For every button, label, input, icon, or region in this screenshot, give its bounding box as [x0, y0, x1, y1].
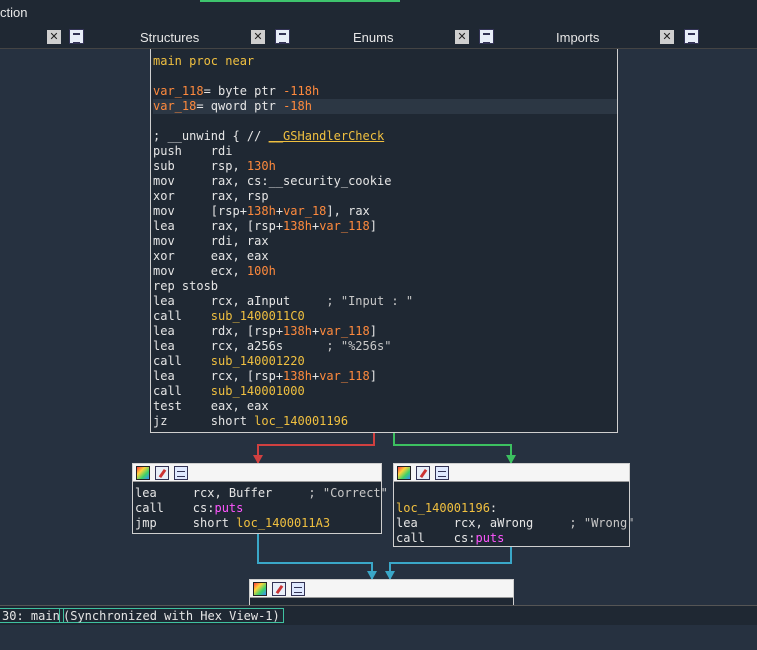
- code-line[interactable]: lea rax, [rsp+138h+var_118]: [153, 219, 617, 234]
- code-line[interactable]: lea rdx, [rsp+138h+var_118]: [153, 324, 617, 339]
- code-line[interactable]: var_18= qword ptr -18h: [153, 99, 617, 114]
- edit-icon[interactable]: [155, 466, 169, 480]
- edge-jump: [257, 534, 373, 580]
- active-tab-accent: [200, 0, 400, 2]
- code-line[interactable]: main proc near: [153, 54, 617, 69]
- code-line[interactable]: push rdi: [153, 144, 617, 159]
- code-line[interactable]: mov rax, cs:__security_cookie: [153, 174, 617, 189]
- code-line[interactable]: lea rcx, aInput ; "Input : ": [153, 294, 617, 309]
- left-code-block[interactable]: lea rcx, Buffer ; "Correct" call cs:puts j…: [132, 463, 388, 534]
- tab-imports[interactable]: Imports ✕: [500, 26, 720, 48]
- graph-icon[interactable]: [435, 466, 449, 480]
- code-line[interactable]: test eax, eax: [153, 399, 617, 414]
- block-header: [133, 464, 381, 482]
- right-code-lines: loc_140001196: lea rcx, aWrong ; "Wrong" c…: [396, 486, 634, 546]
- code-line[interactable]: call cs:puts: [135, 501, 388, 516]
- code-line[interactable]: jz short loc_140001196: [153, 414, 617, 429]
- code-line[interactable]: xor eax, eax: [153, 249, 617, 264]
- graph-view[interactable]: main proc near var_118= byte ptr -118h var…: [0, 49, 757, 607]
- code-line[interactable]: call sub_1400011C0: [153, 309, 617, 324]
- enums-icon: [479, 29, 494, 44]
- graph-icon[interactable]: [291, 582, 305, 596]
- imports-icon: [684, 29, 699, 44]
- code-line[interactable]: xor rax, rsp: [153, 189, 617, 204]
- tab-enums[interactable]: Enums ✕: [300, 26, 500, 48]
- output-panel: [0, 625, 757, 650]
- sync-indicator[interactable]: (Synchronized with Hex View-1): [59, 608, 284, 623]
- code-line[interactable]: call sub_140001220: [153, 354, 617, 369]
- edge-false: [257, 433, 375, 463]
- tab-label: Imports: [556, 30, 600, 45]
- close-icon[interactable]: ✕: [455, 30, 469, 44]
- edit-icon[interactable]: [416, 466, 430, 480]
- address-indicator: 30: main: [0, 608, 64, 623]
- next-code-block[interactable]: [249, 579, 514, 607]
- color-icon[interactable]: [136, 466, 150, 480]
- close-icon[interactable]: ✕: [660, 30, 674, 44]
- code-line[interactable]: call sub_140001000: [153, 384, 617, 399]
- tab-structures[interactable]: Structures ✕: [100, 26, 300, 48]
- edit-icon[interactable]: [272, 582, 286, 596]
- code-line[interactable]: call cs:puts: [396, 531, 634, 546]
- code-line[interactable]: jmp short loc_1400011A3: [135, 516, 388, 531]
- tab-previous[interactable]: ✕: [0, 26, 100, 48]
- close-icon[interactable]: ✕: [47, 30, 61, 44]
- code-line[interactable]: lea rcx, aWrong ; "Wrong": [396, 516, 634, 531]
- code-line[interactable]: var_118= byte ptr -118h: [153, 84, 617, 99]
- code-line[interactable]: [396, 486, 634, 501]
- code-line[interactable]: [153, 114, 617, 129]
- close-icon[interactable]: ✕: [251, 30, 265, 44]
- code-line[interactable]: rep stosb: [153, 279, 617, 294]
- tab-label: Structures: [140, 30, 200, 45]
- main-code-block[interactable]: main proc near var_118= byte ptr -118h var…: [150, 49, 618, 433]
- code-line[interactable]: ; __unwind { // __GSHandlerCheck: [153, 129, 617, 144]
- status-bar: 30: main (Synchronized with Hex View-1): [0, 605, 757, 625]
- code-line[interactable]: mov ecx, 100h: [153, 264, 617, 279]
- code-line[interactable]: lea rcx, [rsp+138h+var_118]: [153, 369, 617, 384]
- code-line[interactable]: [153, 69, 617, 84]
- block-header: [250, 580, 513, 598]
- tab-bar: ✕ Structures ✕ Enums ✕ Imports ✕: [0, 26, 757, 49]
- structures-icon: [275, 29, 290, 44]
- main-code-lines: main proc near var_118= byte ptr -118h var…: [151, 49, 617, 429]
- edge-true: [393, 433, 512, 463]
- graph-icon[interactable]: [174, 466, 188, 480]
- edge-fallthrough: [389, 546, 512, 580]
- title-bar: ction: [0, 0, 757, 26]
- code-line[interactable]: lea rcx, Buffer ; "Correct": [135, 486, 388, 501]
- color-icon[interactable]: [253, 582, 267, 596]
- code-line[interactable]: mov rdi, rax: [153, 234, 617, 249]
- window-title: ction: [0, 5, 28, 20]
- tab-icon: [69, 29, 84, 44]
- code-line[interactable]: mov [rsp+138h+var_18], rax: [153, 204, 617, 219]
- code-line[interactable]: loc_140001196:: [396, 501, 634, 516]
- code-line[interactable]: lea rcx, a256s ; "%256s": [153, 339, 617, 354]
- block-header: [394, 464, 629, 482]
- color-icon[interactable]: [397, 466, 411, 480]
- code-line[interactable]: sub rsp, 130h: [153, 159, 617, 174]
- left-code-lines: lea rcx, Buffer ; "Correct" call cs:puts j…: [135, 486, 388, 531]
- right-code-block[interactable]: loc_140001196: lea rcx, aWrong ; "Wrong" c…: [393, 463, 634, 547]
- tab-label: Enums: [353, 30, 394, 45]
